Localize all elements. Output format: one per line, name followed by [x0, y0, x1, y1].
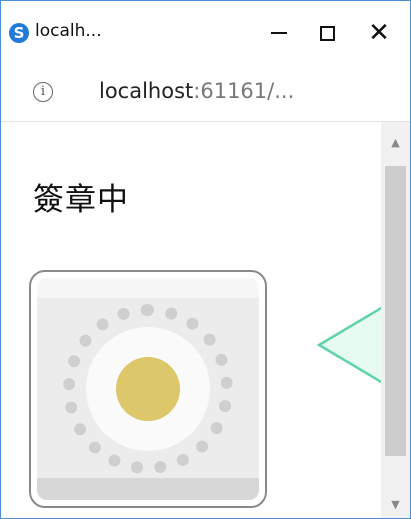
- scroll-down-icon[interactable]: ▼: [381, 492, 410, 518]
- browser-app-icon: S: [9, 23, 29, 43]
- minimize-icon: [271, 32, 287, 34]
- browser-window: S localh... ✕ i localhost:61161/... 簽章中: [0, 0, 411, 519]
- url-text[interactable]: localhost:61161/...: [99, 79, 294, 103]
- seal-image-frame: [29, 270, 267, 508]
- page-heading: 簽章中: [33, 182, 129, 218]
- seal-bottom-band: [37, 478, 259, 500]
- seal-stamp-icon: [37, 278, 259, 500]
- tooltip-arrow: [316, 305, 385, 385]
- close-icon: ✕: [368, 18, 390, 48]
- maximize-button[interactable]: [304, 7, 350, 59]
- scroll-up-icon[interactable]: ▲: [381, 130, 410, 156]
- title-bar[interactable]: S localh... ✕: [1, 1, 410, 65]
- vertical-scrollbar[interactable]: ▲ ▼: [381, 122, 410, 518]
- address-bar[interactable]: i localhost:61161/...: [1, 65, 410, 122]
- minimize-button[interactable]: [256, 7, 302, 59]
- seal-center-dot: [116, 357, 180, 421]
- info-icon[interactable]: i: [33, 82, 53, 102]
- seal-top-band: [37, 278, 259, 298]
- maximize-icon: [319, 25, 335, 41]
- close-button[interactable]: ✕: [356, 7, 402, 59]
- window-title: localh...: [35, 21, 102, 41]
- scrollbar-thumb[interactable]: [385, 166, 406, 456]
- url-host: localhost: [99, 79, 194, 103]
- url-port-path: :61161/...: [193, 79, 295, 103]
